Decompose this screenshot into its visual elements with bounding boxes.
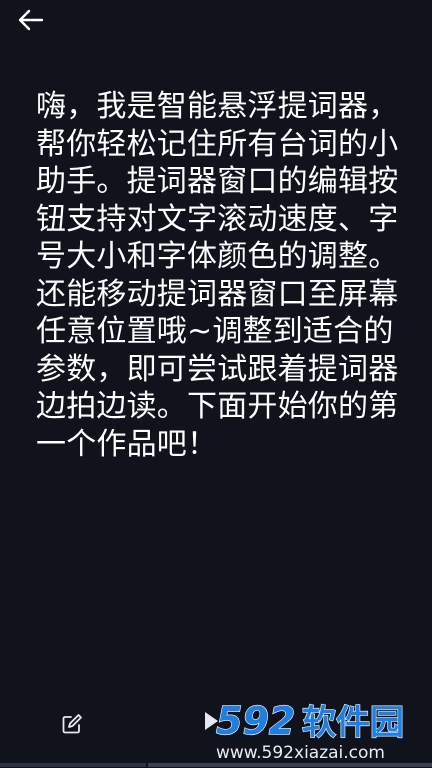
edit-icon (62, 714, 82, 734)
watermark-logo: 592 软件园 www.592xiazai.com (215, 698, 404, 763)
teleprompter-script-text: 嗨，我是智能悬浮提词器，帮你轻松记住所有台词的小助手。提词器窗口的编辑按钮支持对… (36, 89, 399, 462)
back-button[interactable] (14, 6, 48, 34)
teleprompter-screen: 嗨，我是智能悬浮提词器，帮你轻松记住所有台词的小助手。提词器窗口的编辑按钮支持对… (0, 0, 432, 768)
edit-button[interactable] (60, 712, 84, 736)
watermark-brand-number: 592 (216, 699, 295, 743)
watermark-url: www.592xiazai.com (216, 743, 385, 763)
arrow-left-icon (18, 9, 44, 31)
toolbar-divider-left (0, 763, 146, 767)
watermark-brand-name: 软件园 (302, 703, 404, 743)
